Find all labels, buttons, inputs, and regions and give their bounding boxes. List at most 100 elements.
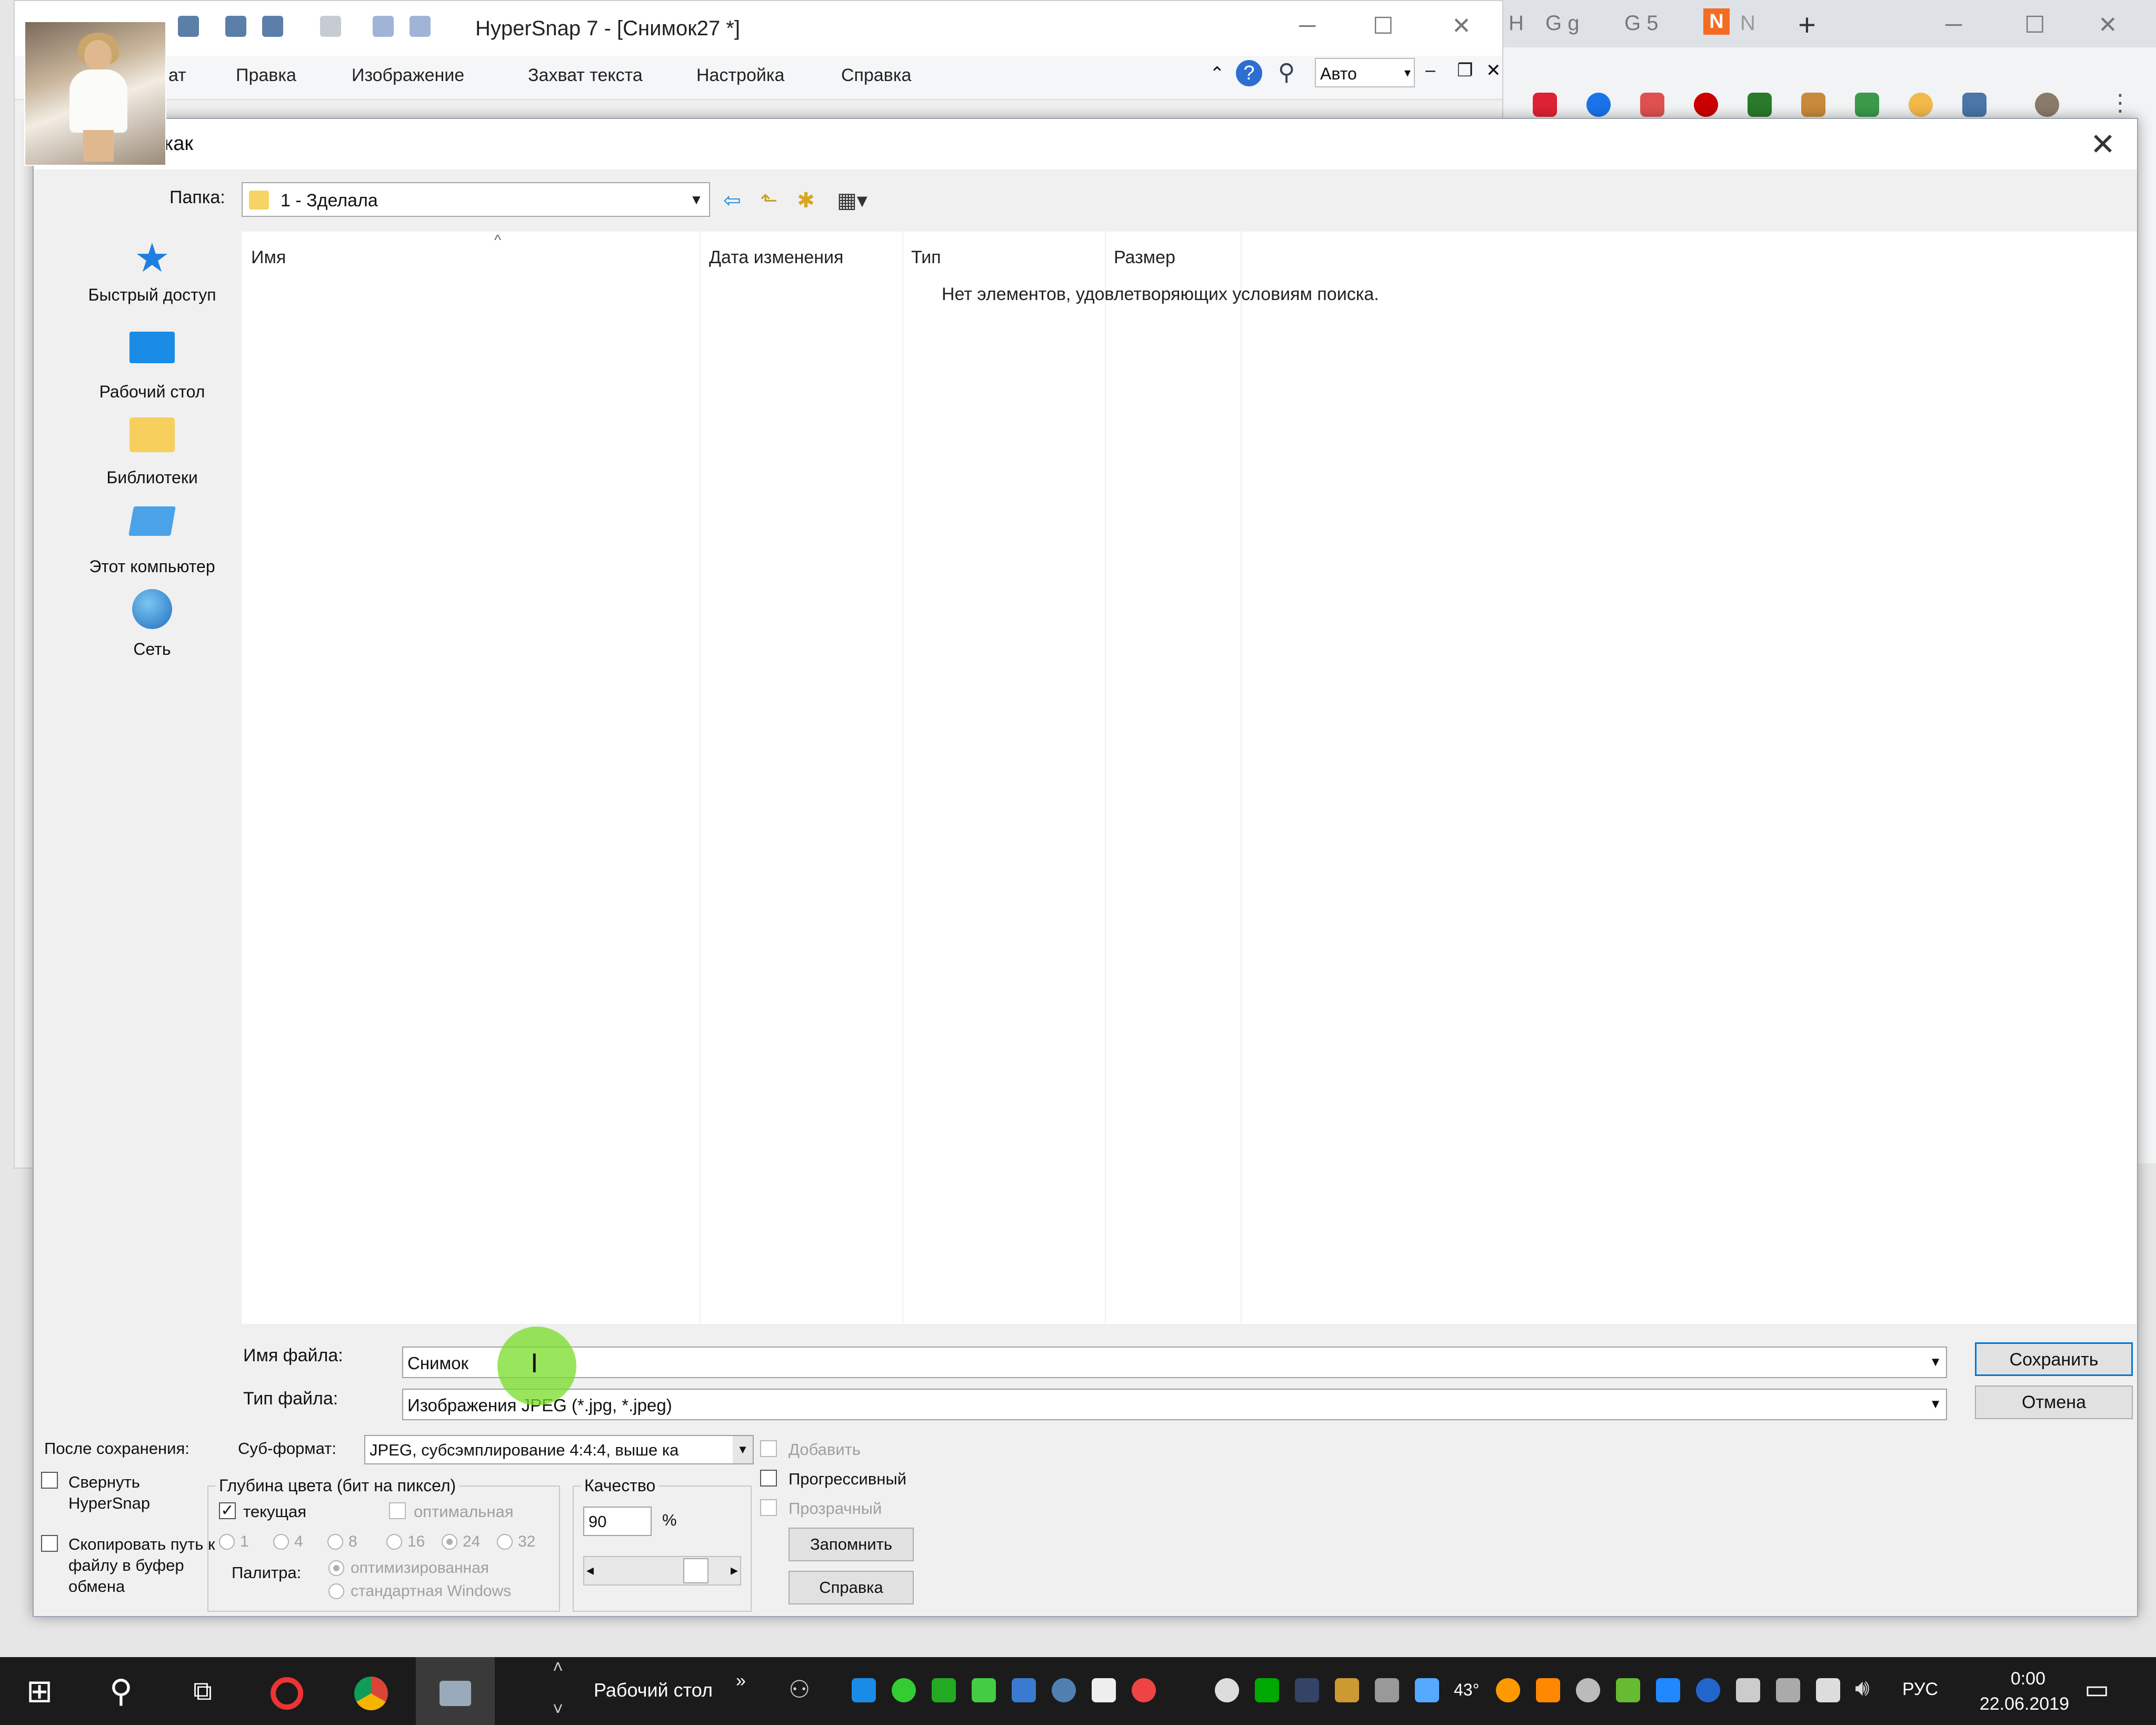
chrome-app-icon[interactable] [332,1657,411,1725]
column-size[interactable]: Размер [1114,247,1175,268]
add-checkbox[interactable] [760,1440,777,1457]
mdi-close-icon[interactable]: ✕ [1486,60,1501,81]
tray-shield-icon[interactable] [932,1678,956,1702]
menu-capture[interactable]: ат [168,65,186,86]
people-icon[interactable]: ⚇ [788,1675,810,1703]
quality-slider[interactable]: ◂ ▸ [583,1556,741,1586]
tray-terminal-icon[interactable] [1255,1678,1279,1702]
new-folder-icon[interactable]: ✱ [792,187,820,214]
search-icon[interactable]: ⚲ [82,1657,161,1725]
desktop-toolbar-label[interactable]: Рабочий стол [594,1679,713,1701]
tab-google-5[interactable]: G 5 [1624,12,1658,35]
tray-app-icon[interactable] [852,1678,876,1702]
place-network[interactable]: Сеть [63,585,242,659]
new-tab-button[interactable]: + [1798,7,1816,43]
back-icon[interactable]: ⇦ [718,187,746,214]
print-icon[interactable] [225,16,246,37]
transparent-checkbox[interactable] [760,1499,777,1516]
depth-16-radio[interactable] [386,1534,402,1550]
extension-red-icon[interactable] [1533,93,1557,117]
menu-edit[interactable]: Правка [236,65,296,86]
up-folder-icon[interactable]: ⬑ [755,187,783,214]
document-icon[interactable] [320,16,341,37]
extension-green-icon[interactable] [1748,93,1772,117]
taskbar-scroll-down-icon[interactable]: ˅ [553,1699,563,1720]
chrome-close-icon[interactable]: ✕ [2098,12,2118,38]
tray-white-icon[interactable] [1092,1678,1116,1702]
clock-date[interactable]: 22.06.2019 [1980,1694,2069,1714]
place-desktop[interactable]: Рабочий стол [63,324,242,402]
extension-orange-icon[interactable] [1801,93,1825,117]
depth-24-radio[interactable] [442,1534,457,1550]
chevron-down-icon[interactable]: ▼ [733,1436,753,1463]
vlc-icon[interactable] [1536,1678,1560,1702]
remember-button[interactable]: Запомнить [788,1528,914,1561]
undo-icon[interactable] [373,16,394,37]
menu-settings[interactable]: Настройка [696,65,784,86]
tray-fraps-icon[interactable] [972,1678,996,1702]
taskbar-scroll-up-icon[interactable]: ˄ [553,1657,563,1678]
chrome-menu-icon[interactable]: ⋮ [2109,89,2132,116]
subformat-select[interactable]: JPEG, субсэмплирование 4:4:4, выше ка ▼ [364,1435,754,1464]
copy-path-checkbox[interactable] [41,1535,58,1552]
dialog-close-button[interactable]: ✕ [2079,121,2127,168]
progressive-checkbox[interactable] [760,1470,777,1487]
tray-weather-icon[interactable] [1496,1678,1520,1702]
tray-tools-icon[interactable] [1335,1678,1359,1702]
help-icon[interactable]: ? [1236,60,1262,86]
tab-h[interactable]: H [1509,12,1524,35]
language-indicator[interactable]: РУС [1902,1679,1938,1700]
scroll-left-icon[interactable]: ◂ [586,1561,594,1579]
tray-sync-icon[interactable] [1776,1678,1800,1702]
zoom-combo[interactable]: Авто ▾ [1315,58,1415,87]
tray-bluetooth-icon[interactable] [1415,1678,1439,1702]
column-date-modified[interactable]: Дата изменения [709,247,843,268]
task-view-icon[interactable]: ⧉ [163,1657,242,1725]
volume-icon[interactable]: 🔊︎ [1855,1675,1870,1701]
palette-optimized-radio[interactable] [328,1560,344,1576]
place-quick-access[interactable]: ★ Быстрый доступ [63,235,242,305]
chevron-down-icon[interactable]: ▼ [1929,1355,1942,1370]
chrome-maximize-icon[interactable]: ☐ [2024,12,2045,38]
hypersnap-app-icon[interactable] [416,1657,495,1725]
clock-time[interactable]: 0:00 [2011,1669,2045,1689]
place-this-pc[interactable]: Этот компьютер [63,498,242,576]
column-name[interactable]: Имя [251,247,286,268]
profile-avatar-icon[interactable] [2035,93,2059,117]
tab-google-g[interactable]: G g [1545,12,1579,35]
extension-yellow-icon[interactable] [1909,93,1933,117]
tray-gray-icon[interactable] [1576,1678,1600,1702]
filetype-select[interactable]: Изображения JPEG (*.jpg, *.jpeg) ▼ [402,1389,1947,1420]
cancel-button[interactable]: Отмена [1975,1385,2133,1419]
scroll-right-icon[interactable]: ▸ [731,1561,738,1579]
usb-icon[interactable] [1736,1678,1760,1702]
nvidia-icon[interactable] [1616,1678,1640,1702]
depth-1-radio[interactable] [219,1534,235,1550]
slider-thumb[interactable] [683,1558,708,1583]
filename-input[interactable]: Снимок ▼ [402,1347,1947,1378]
chevron-down-icon[interactable]: ▼ [684,183,709,216]
folder-combo[interactable]: 1 - Зделала ▼ [242,182,710,217]
menu-help[interactable]: Справка [841,65,911,86]
onedrive-icon[interactable] [1215,1678,1239,1702]
chrome-minimize-icon[interactable]: ─ [1945,12,1962,38]
tray-green-icon[interactable] [892,1678,916,1702]
extension-blue-icon[interactable] [1586,93,1611,117]
depth-8-radio[interactable] [327,1534,343,1550]
depth-current-checkbox[interactable]: ✓ [219,1502,236,1519]
menu-text-capture[interactable]: Захват текста [528,65,643,86]
tray-blue-icon[interactable] [1656,1678,1680,1702]
depth-4-radio[interactable] [273,1534,289,1550]
collapse-ribbon-icon[interactable]: ⌃ [1210,63,1225,84]
save-button[interactable]: Сохранить [1975,1342,2133,1376]
file-list[interactable]: ^ Имя Дата изменения Тип Размер Нет элем… [242,232,2137,1324]
network-tray-icon[interactable] [1816,1678,1840,1702]
palette-windows-radio[interactable] [328,1583,344,1599]
view-menu-icon[interactable]: ▦▾ [829,187,876,214]
extension-chat-icon[interactable] [1855,93,1879,117]
minimize-checkbox[interactable] [41,1472,58,1489]
windows-start-icon[interactable]: ⊞ [0,1657,79,1725]
quality-input[interactable]: 90 [583,1507,652,1536]
tray-defender-icon[interactable] [1295,1678,1319,1702]
redo-icon[interactable] [410,16,431,37]
